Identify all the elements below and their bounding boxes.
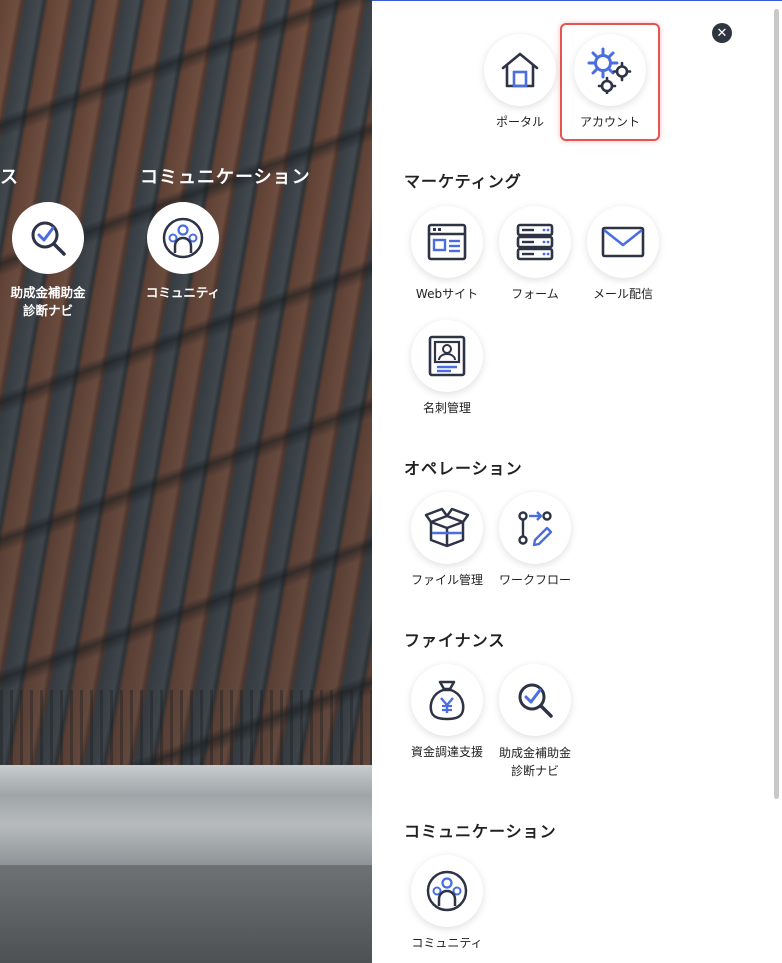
box-icon [411,492,483,564]
section-title-operation: オペレーション [404,459,523,478]
business-card-icon [411,320,483,392]
close-button[interactable]: ✕ [712,23,732,43]
bg-app-label: コミュニティ [145,285,221,300]
scrollbar[interactable] [774,9,779,959]
gears-icon [574,34,646,106]
bg-category-communication: コミュニケーション [140,167,311,188]
app-subsidy-navi-label-line1: 助成金補助金 [498,746,571,760]
app-website[interactable]: Webサイト [403,206,491,303]
section-title-communication: コミュニケーション [404,822,557,841]
background-lower-wall [0,865,372,963]
community-icon [411,855,483,927]
app-subsidy-navi-label: 助成金補助金 診断ナビ [491,744,579,780]
form-icon [499,206,571,278]
app-account[interactable]: アカウント [566,34,654,131]
close-icon: ✕ [716,25,728,41]
app-community-label: コミュニティ [411,936,483,950]
app-website-label: Webサイト [415,287,479,301]
app-community[interactable]: コミュニティ [403,855,491,952]
scrollbar-thumb[interactable] [774,9,779,799]
app-business-card[interactable]: 名刺管理 [403,320,491,417]
app-subsidy-navi-label-line2: 診断ナビ [510,764,559,778]
app-form-label: フォーム [511,287,559,301]
money-bag-icon [411,664,483,736]
bg-app-subsidy-navi[interactable]: 助成金補助金 診断ナビ [0,202,98,320]
app-workflow-label: ワークフロー [498,573,571,587]
bg-app-label-line1: 助成金補助金 [10,285,86,300]
section-title-finance: ファイナンス [404,631,506,650]
app-file-management[interactable]: ファイル管理 [403,492,491,589]
app-funding-support-label: 資金調達支援 [410,745,483,759]
app-mail-delivery-label: メール配信 [592,287,653,301]
app-workflow[interactable]: ワークフロー [491,492,579,589]
app-portal[interactable]: ポータル [476,34,564,131]
community-icon [147,202,219,274]
home-icon [484,34,556,106]
app-portal-label: ポータル [495,115,544,129]
bg-category-partial: ス [0,167,19,188]
bg-app-community[interactable]: コミュニティ [133,202,233,302]
app-account-label: アカウント [579,115,640,129]
section-title-marketing: マーケティング [404,172,522,191]
check-magnifier-icon [12,202,84,274]
mail-icon [587,206,659,278]
background-image: ス コミュニケーション 助成金補助金 診断ナビ コミュニティ [0,0,372,963]
bg-app-label-line2: 診断ナビ [22,303,73,318]
app-form[interactable]: フォーム [491,206,579,303]
app-switcher-drawer: ✕ ポータル アカウント マーケティング Webサイト フォーム メール配信 名… [372,0,782,963]
background-ledge [0,765,372,865]
check-magnifier-icon [499,664,571,736]
app-subsidy-navi[interactable]: 助成金補助金 診断ナビ [491,664,579,780]
workflow-icon [499,492,571,564]
app-mail-delivery[interactable]: メール配信 [579,206,667,303]
background-railing [0,690,372,770]
app-funding-support[interactable]: 資金調達支援 [403,664,491,761]
app-file-management-label: ファイル管理 [410,573,483,587]
app-business-card-label: 名刺管理 [422,401,471,415]
website-icon [411,206,483,278]
